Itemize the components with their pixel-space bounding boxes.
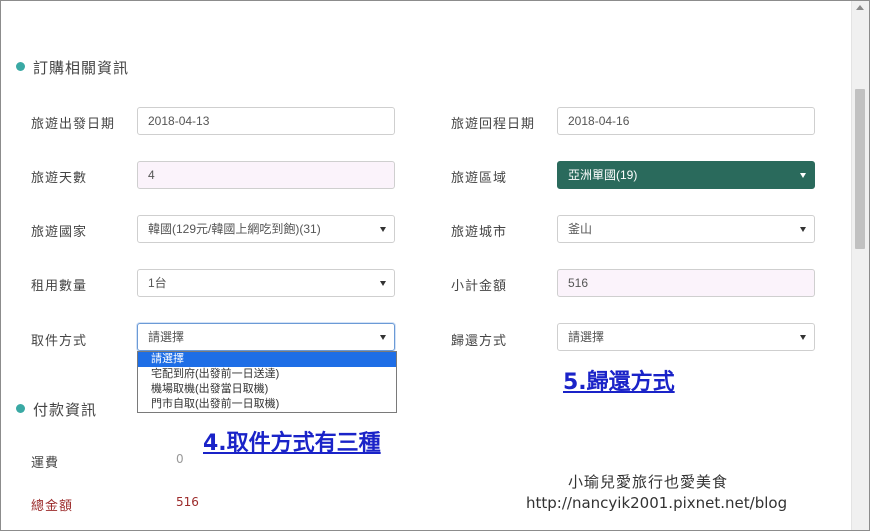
- days-label: 旅遊天數: [31, 171, 88, 186]
- quantity-label: 租用數量: [31, 279, 88, 294]
- pickup-option[interactable]: 機場取機(出發當日取機): [138, 382, 396, 397]
- vertical-scrollbar[interactable]: [851, 1, 869, 530]
- payment-section-title: 付款資訊: [33, 401, 98, 419]
- return-date-label: 旅遊回程日期: [451, 117, 536, 132]
- watermark-url: http://nancyik2001.pixnet.net/blog: [526, 494, 788, 512]
- pickup-option[interactable]: 請選擇: [138, 352, 396, 367]
- depart-date-input[interactable]: 2018-04-13: [137, 107, 395, 135]
- shipping-label: 運費: [31, 456, 60, 471]
- section-bullet-icon: [16, 404, 25, 413]
- page-frame: [0, 0, 870, 531]
- scroll-thumb[interactable]: [855, 89, 865, 249]
- city-label: 旅遊城市: [451, 225, 508, 240]
- subtotal-field: 516: [557, 269, 815, 297]
- subtotal-label: 小計金額: [451, 279, 508, 294]
- watermark-title: 小瑜兒愛旅行也愛美食: [568, 473, 729, 491]
- days-field: 4: [137, 161, 395, 189]
- total-value: 516: [176, 495, 199, 509]
- return-date-input[interactable]: 2018-04-16: [557, 107, 815, 135]
- return-method-label: 歸還方式: [451, 334, 508, 349]
- region-label: 旅遊區域: [451, 171, 508, 186]
- pickup-option[interactable]: 宅配到府(出發前一日送達): [138, 367, 396, 382]
- return-annotation: 5.歸還方式: [563, 370, 675, 395]
- pickup-dropdown-list[interactable]: 請選擇 宅配到府(出發前一日送達) 機場取機(出發當日取機) 門市自取(出發前一…: [137, 351, 397, 413]
- order-section-title: 訂購相關資訊: [33, 59, 130, 77]
- scroll-up-arrow-icon[interactable]: [856, 5, 864, 10]
- depart-date-label: 旅遊出發日期: [31, 117, 116, 132]
- pickup-annotation: 4.取件方式有三種: [203, 431, 381, 456]
- country-select[interactable]: 韓國(129元/韓國上網吃到飽)(31): [137, 215, 395, 243]
- city-select[interactable]: 釜山: [557, 215, 815, 243]
- region-select[interactable]: 亞洲單國(19): [557, 161, 815, 189]
- pickup-option[interactable]: 門市自取(出發前一日取機): [138, 397, 396, 412]
- pickup-label: 取件方式: [31, 334, 88, 349]
- quantity-select[interactable]: 1台: [137, 269, 395, 297]
- shipping-value: 0: [176, 452, 184, 466]
- section-bullet-icon: [16, 62, 25, 71]
- country-label: 旅遊國家: [31, 225, 88, 240]
- return-method-select[interactable]: 請選擇: [557, 323, 815, 351]
- total-label: 總金額: [31, 499, 74, 514]
- pickup-select[interactable]: 請選擇: [137, 323, 395, 351]
